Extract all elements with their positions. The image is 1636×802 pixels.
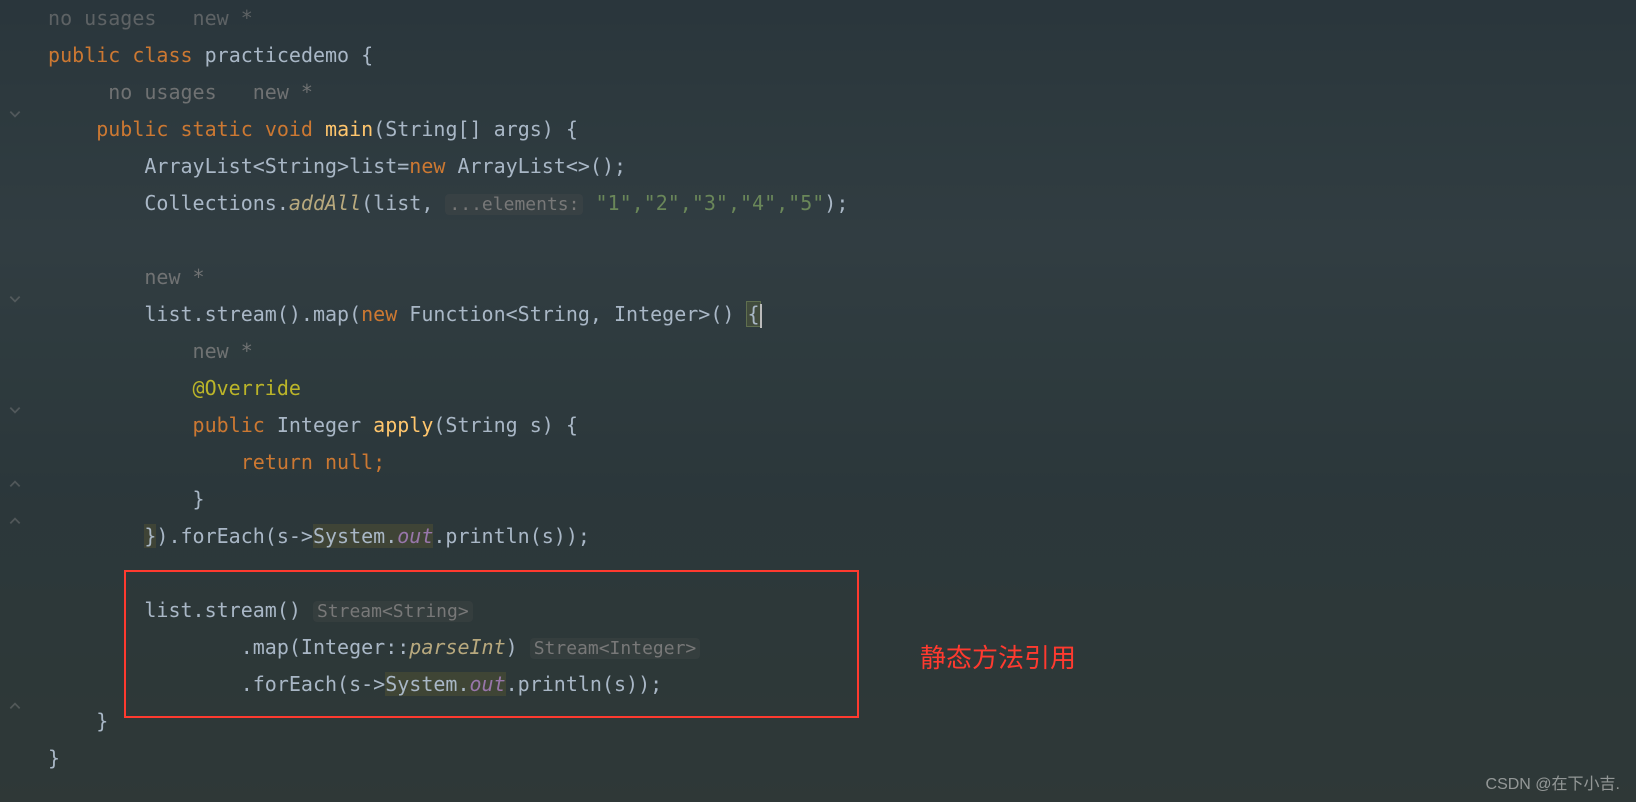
- blank-line: [36, 222, 1636, 259]
- text-caret: [760, 304, 762, 328]
- code-line: }: [36, 740, 1636, 777]
- fold-icon[interactable]: [8, 102, 28, 122]
- usage-hint: new *: [36, 259, 1636, 296]
- code-line: }).forEach(s->System.out.println(s));: [36, 518, 1636, 555]
- code-line: }: [36, 481, 1636, 518]
- code-editor[interactable]: no usages new * public class practicedem…: [0, 0, 1636, 802]
- usage-hint: no usages new *: [36, 74, 1636, 111]
- watermark: CSDN @在下小吉.: [1486, 770, 1620, 794]
- code-line-current: list.stream().map(new Function<String, I…: [36, 296, 1636, 333]
- usage-hint: new *: [36, 333, 1636, 370]
- code-line: public static void main(String[] args) {: [36, 111, 1636, 148]
- fold-icon[interactable]: [8, 694, 28, 714]
- code-line: return null;: [36, 444, 1636, 481]
- code-line: Collections.addAll(list, ...elements: "1…: [36, 185, 1636, 222]
- code-line: }: [36, 703, 1636, 740]
- code-line: public Integer apply(String s) {: [36, 407, 1636, 444]
- gutter: [0, 0, 36, 802]
- code-line: .forEach(s->System.out.println(s));: [36, 666, 1636, 703]
- fold-icon[interactable]: [8, 509, 28, 529]
- blank-line: [36, 555, 1636, 592]
- code-line: public class practicedemo {: [36, 37, 1636, 74]
- code-line: list.stream() Stream<String>: [36, 592, 1636, 629]
- fold-icon[interactable]: [8, 472, 28, 492]
- code-line: @Override: [36, 370, 1636, 407]
- annotation-label: 静态方法引用: [920, 638, 1076, 675]
- usage-hint: no usages new *: [36, 0, 1636, 37]
- code-area[interactable]: no usages new * public class practicedem…: [36, 0, 1636, 802]
- fold-icon[interactable]: [8, 287, 28, 307]
- fold-icon[interactable]: [8, 398, 28, 418]
- code-line: .map(Integer::parseInt) Stream<Integer>: [36, 629, 1636, 666]
- code-line: ArrayList<String>list=new ArrayList<>();: [36, 148, 1636, 185]
